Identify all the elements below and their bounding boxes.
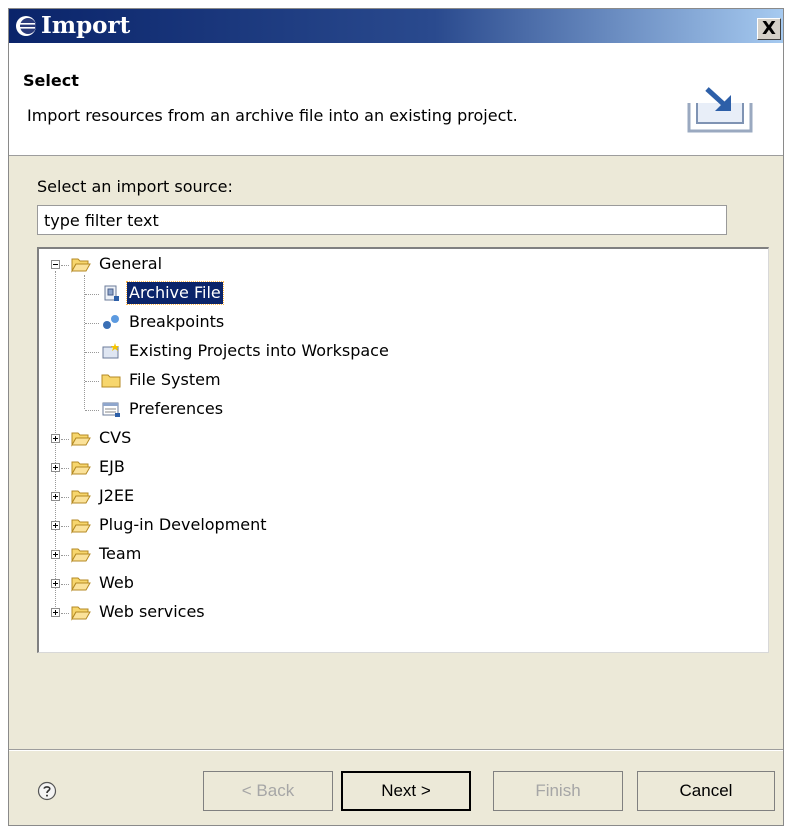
expand-icon[interactable] xyxy=(51,434,60,443)
finish-button[interactable]: Finish xyxy=(493,771,623,811)
tree-item-file-system[interactable]: File System xyxy=(39,367,768,395)
preferences-icon xyxy=(102,402,120,417)
cancel-button[interactable]: Cancel xyxy=(637,771,775,811)
page-title: Select xyxy=(23,71,79,90)
tree-connector xyxy=(85,323,99,324)
tree-connector xyxy=(61,555,69,556)
tree-item-web-services[interactable]: Web services xyxy=(39,599,768,627)
open-folder-icon xyxy=(71,606,91,621)
tree-item-label: Web xyxy=(99,573,134,592)
tree-connector xyxy=(61,468,69,469)
close-icon: X xyxy=(762,18,776,39)
tree-item-label: CVS xyxy=(99,428,132,447)
project-icon xyxy=(102,343,119,359)
expand-icon[interactable] xyxy=(51,608,60,617)
open-folder-icon xyxy=(71,461,91,476)
tree-item-label: Breakpoints xyxy=(129,312,225,331)
tree-item-label: Preferences xyxy=(129,399,224,418)
tree-item-label: File System xyxy=(129,370,221,389)
archive-file-icon xyxy=(104,285,119,301)
tree-item-label: J2EE xyxy=(99,486,135,505)
tree-item-archive-file[interactable]: Archive File xyxy=(39,280,768,308)
tree-item-label: Team xyxy=(99,544,142,563)
tree-connector xyxy=(61,613,69,614)
tree-item-label: Existing Projects into Workspace xyxy=(129,341,389,360)
tree-item-general[interactable]: General xyxy=(39,251,768,279)
import-wizard-icon xyxy=(687,87,753,133)
open-folder-icon xyxy=(71,432,91,447)
tree-connector xyxy=(61,265,69,266)
collapse-icon[interactable] xyxy=(51,260,60,269)
open-folder-icon xyxy=(71,258,91,273)
tree-connector xyxy=(85,410,99,411)
next-button[interactable]: Next > xyxy=(341,771,471,811)
wizard-header: Select Import resources from an archive … xyxy=(9,43,783,156)
tree-item-preferences[interactable]: Preferences xyxy=(39,396,768,424)
filter-label: Select an import source: xyxy=(37,177,233,196)
tree-connector xyxy=(85,294,99,295)
tree-item-label: EJB xyxy=(99,457,125,476)
filter-input[interactable] xyxy=(37,205,727,235)
tree-item-cvs[interactable]: CVS xyxy=(39,425,768,453)
tree-connector xyxy=(61,497,69,498)
tree-item-label: Plug-in Development xyxy=(99,515,267,534)
expand-icon[interactable] xyxy=(51,521,60,530)
tree-connector xyxy=(61,439,69,440)
tree-item-label: General xyxy=(99,254,163,273)
help-icon[interactable] xyxy=(37,781,57,801)
import-source-tree[interactable]: General Archive File Breakpoints Existin… xyxy=(37,247,769,653)
tree-connector xyxy=(61,526,69,527)
open-folder-icon xyxy=(71,490,91,505)
tree-item-team[interactable]: Team xyxy=(39,541,768,569)
open-folder-icon xyxy=(71,519,91,534)
folder-icon xyxy=(101,374,121,388)
close-button[interactable]: X xyxy=(757,18,781,40)
expand-icon[interactable] xyxy=(51,579,60,588)
tree-item-plugin-development[interactable]: Plug-in Development xyxy=(39,512,768,540)
page-description: Import resources from an archive file in… xyxy=(27,106,518,125)
footer-divider xyxy=(9,749,783,751)
expand-icon[interactable] xyxy=(51,463,60,472)
tree-item-breakpoints[interactable]: Breakpoints xyxy=(39,309,768,337)
tree-connector xyxy=(85,381,99,382)
expand-icon[interactable] xyxy=(51,550,60,559)
expand-icon[interactable] xyxy=(51,492,60,501)
eclipse-icon xyxy=(16,16,36,36)
tree-item-label: Archive File xyxy=(126,281,224,305)
title-bar[interactable]: Import X xyxy=(9,9,783,43)
tree-item-existing-projects[interactable]: Existing Projects into Workspace xyxy=(39,338,768,366)
tree-item-web[interactable]: Web xyxy=(39,570,768,598)
tree-item-j2ee[interactable]: J2EE xyxy=(39,483,768,511)
tree-item-ejb[interactable]: EJB xyxy=(39,454,768,482)
open-folder-icon xyxy=(71,548,91,563)
import-dialog: Import X Select Import resources from an… xyxy=(8,8,784,826)
open-folder-icon xyxy=(71,577,91,592)
breakpoints-icon xyxy=(103,315,119,329)
tree-item-label: Web services xyxy=(99,602,205,621)
window-title: Import xyxy=(41,12,131,39)
tree-connector xyxy=(85,352,99,353)
back-button[interactable]: < Back xyxy=(203,771,333,811)
tree-connector xyxy=(61,584,69,585)
